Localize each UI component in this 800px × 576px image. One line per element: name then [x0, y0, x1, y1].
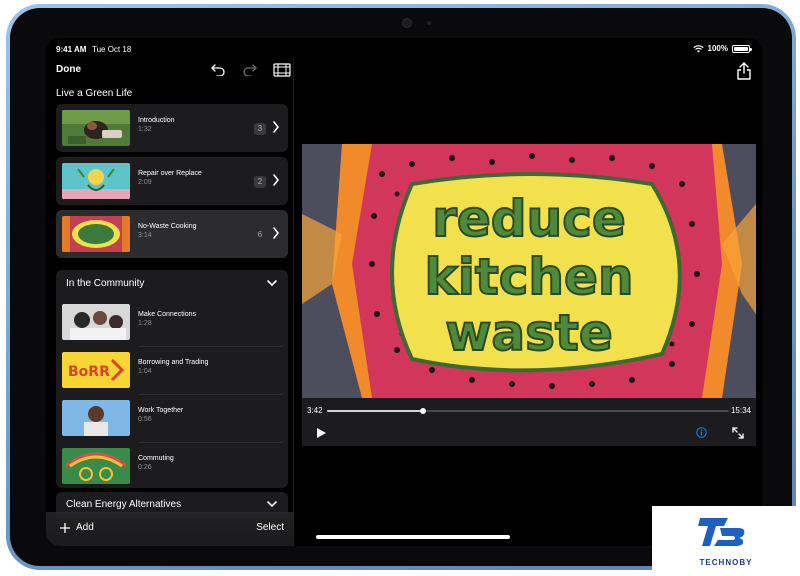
sidebar: Done Live a Green Life Introduction 1:32…: [46, 58, 294, 546]
clip-duration: 0:26: [138, 464, 152, 471]
status-bar: 9:41 AM Tue Oct 18 100%: [46, 38, 762, 58]
battery-percent: 100%: [707, 44, 728, 53]
scrubber-handle[interactable]: [420, 408, 427, 414]
clip-title: Work Together: [138, 407, 184, 414]
svg-text:BoRR: BoRR: [68, 364, 110, 380]
scrubber[interactable]: [327, 408, 729, 414]
undo-button[interactable]: [208, 60, 228, 80]
done-button[interactable]: Done: [56, 64, 81, 75]
video-viewer: reduce kitchen waste 3:42 15:34: [295, 58, 762, 546]
sidebar-bottom-bar: Add Select: [46, 512, 294, 546]
info-icon[interactable]: [696, 427, 707, 438]
clip-title: Borrowing and Trading: [138, 359, 209, 366]
home-indicator[interactable]: [316, 535, 510, 539]
list-item-make-connections[interactable]: Make Connections 1:28: [56, 298, 288, 346]
clip-thumbnail: [62, 110, 130, 146]
video-text-line-3: waste: [445, 304, 613, 362]
clip-duration: 1:28: [138, 320, 152, 327]
watermark: TECHNOBY: [652, 506, 800, 576]
screen: 9:41 AM Tue Oct 18 100% Done Live a Gree…: [46, 38, 762, 546]
clip-title: No-Waste Cooking: [138, 223, 197, 230]
clip-duration: 3:14: [138, 232, 152, 239]
status-time: 9:41 AM: [56, 45, 87, 54]
group-header[interactable]: Clean Energy Alternatives: [66, 499, 181, 510]
clip-count-badge: 6: [257, 230, 263, 239]
current-time: 3:42: [307, 406, 323, 415]
chevron-right-icon: [273, 227, 280, 239]
status-date: Tue Oct 18: [92, 45, 132, 54]
clip-duration: 1:04: [138, 368, 152, 375]
clip-duration: 0:56: [138, 416, 152, 423]
chevron-right-icon: [273, 121, 280, 133]
edit-toolbar: [208, 60, 292, 80]
technoby-logo-icon: [698, 518, 745, 546]
chevron-right-icon: [273, 174, 280, 186]
plus-icon: [60, 522, 70, 533]
list-item-commuting[interactable]: Commuting 0:26: [56, 442, 288, 490]
video-text-line-2: kitchen: [424, 248, 633, 306]
add-label: Add: [76, 522, 94, 533]
clip-title: Repair over Replace: [138, 170, 202, 177]
clip-thumbnail: [62, 304, 130, 340]
clip-thumbnail: [62, 400, 130, 436]
video-text-line-1: reduce: [432, 190, 626, 248]
share-icon[interactable]: [736, 62, 752, 80]
clip-count-badge: 2: [254, 176, 266, 188]
list-item-borrowing-and-trading[interactable]: BoRR Borrowing and Trading 1:04: [56, 346, 288, 394]
list-item-work-together[interactable]: Work Together 0:56: [56, 394, 288, 442]
status-indicators: 100%: [692, 44, 752, 53]
video-preview[interactable]: reduce kitchen waste: [302, 144, 756, 398]
clip-thumbnail: [62, 163, 130, 199]
play-icon[interactable]: [316, 428, 326, 438]
add-button[interactable]: Add: [60, 522, 94, 533]
clip-thumbnail: [62, 448, 130, 484]
battery-icon: [732, 44, 752, 53]
clip-duration: 1:32: [138, 126, 152, 133]
bezel: 9:41 AM Tue Oct 18 100% Done Live a Gree…: [10, 8, 792, 566]
clip-thumbnail: [62, 216, 130, 252]
scrubber-progress: [327, 410, 424, 412]
film-strip-icon: [273, 63, 291, 77]
playback-controls: 3:42 15:34: [302, 398, 756, 446]
chevron-down-icon[interactable]: [266, 500, 278, 508]
clip-duration: 2:09: [138, 179, 152, 186]
expand-icon[interactable]: [732, 427, 744, 439]
ipad-frame: 9:41 AM Tue Oct 18 100% Done Live a Gree…: [6, 4, 796, 570]
project-title: Live a Green Life: [56, 88, 133, 99]
clip-title: Commuting: [138, 455, 174, 462]
total-time: 15:34: [730, 406, 751, 415]
undo-icon: [211, 64, 225, 76]
clip-card-repair-over-replace[interactable]: Repair over Replace 2:09 2: [56, 157, 288, 205]
group-header[interactable]: In the Community: [66, 278, 144, 289]
clip-title: Make Connections: [138, 311, 196, 318]
light-sensor: [427, 21, 431, 25]
select-button[interactable]: Select: [256, 522, 284, 533]
wifi-icon: [692, 44, 704, 52]
chevron-down-icon[interactable]: [266, 279, 278, 287]
redo-icon: [243, 64, 257, 76]
clip-count-badge: 3: [254, 123, 266, 135]
film-strip-button[interactable]: [272, 60, 292, 80]
front-camera: [402, 18, 412, 28]
group-in-the-community: In the Community Make Connections 1:28 B…: [56, 270, 288, 488]
clip-thumbnail: BoRR: [62, 352, 130, 388]
clip-card-no-waste-cooking[interactable]: No-Waste Cooking 3:14 6: [56, 210, 288, 258]
watermark-text: TECHNOBY: [699, 558, 753, 567]
redo-button[interactable]: [240, 60, 260, 80]
clip-card-introduction[interactable]: Introduction 1:32 3: [56, 104, 288, 152]
clip-title: Introduction: [138, 117, 175, 124]
